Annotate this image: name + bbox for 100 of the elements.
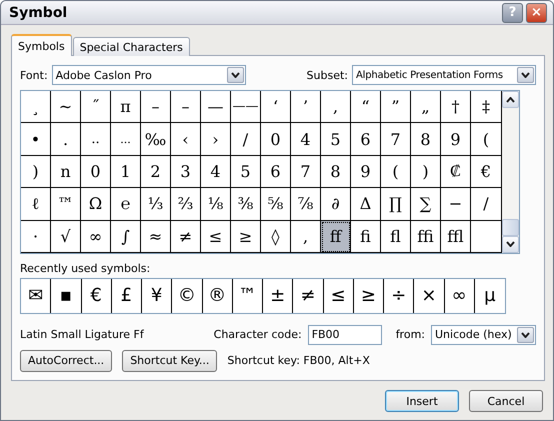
symbol-cell[interactable]: – [141,91,171,124]
symbol-cell[interactable]: 6 [351,123,381,156]
symbol-cell[interactable]: ℓ [21,188,51,221]
caret-icon [230,72,240,78]
symbol-cell[interactable]: Δ [351,188,381,221]
symbol-cell[interactable]: ﬀ [321,220,351,253]
symbol-cell[interactable]: 0 [261,123,291,156]
symbol-cell[interactable]: 1 [111,156,141,188]
symbol-cell[interactable]: 2 [141,156,171,188]
symbol-cell[interactable]: ) [411,156,441,188]
tab[interactable]: Symbols [11,34,72,56]
symbol-cell[interactable]: ﬁ [351,220,381,253]
symbol-cell[interactable]: , [291,220,321,253]
symbol-cell[interactable]: , [321,91,351,124]
symbol-cell[interactable]: ~ [51,91,81,124]
symbol-cell[interactable]: ˝ [81,91,111,124]
symbol-cell[interactable]: • [21,123,51,156]
symbol-cell[interactable]: √ [51,220,81,253]
symbol-cell[interactable]: ≤ [201,220,231,253]
symbol-cell[interactable]: ≠ [171,220,201,253]
symbol-cell[interactable]: † [441,91,471,124]
symbol-cell[interactable]: ( [381,156,411,188]
symbol-cell[interactable]: ∑ [411,188,441,221]
symbol-cell[interactable]: 7 [291,156,321,188]
shortcut-key-button[interactable]: Shortcut Key... [122,350,218,372]
font-dropdown[interactable]: Adobe Caslon Pro [52,65,246,85]
scroll-up-button[interactable] [502,91,519,108]
from-dropdown[interactable]: Unicode (hex) [431,324,536,345]
symbol-cell[interactable]: ‘ [261,91,291,124]
symbol-cell[interactable]: 4 [201,156,231,188]
symbol-cell[interactable]: ( [471,123,501,156]
symbol-cell[interactable]: n [51,156,81,188]
symbol-cell[interactable]: ⅔ [171,188,201,221]
symbol-cell[interactable]: ∞ [81,220,111,253]
symbol-cell[interactable]: 9 [441,123,471,156]
symbol-cell[interactable]: ₡ [441,156,471,188]
symbol-cell[interactable]: 7 [381,123,411,156]
symbol-cell[interactable]: ≈ [141,220,171,253]
symbol-cell[interactable]: € [471,156,501,188]
symbol-cell[interactable]: ◊ [261,220,291,253]
symbol-cell[interactable]: 8 [411,123,441,156]
symbol-cell[interactable]: ∕ [471,188,501,221]
insert-button[interactable]: Insert [385,390,459,412]
symbol-cell[interactable]: ⅓ [141,188,171,221]
symbol-cell[interactable]: ’ [291,91,321,124]
symbol-cell[interactable]: ℮ [111,188,141,221]
symbol-cell[interactable]: · [21,220,51,253]
symbol-cell[interactable]: ‡ [471,91,501,124]
tab[interactable]: Special Characters [72,37,190,56]
symbol-cell[interactable]: 9 [351,156,381,188]
symbol-cell[interactable]: „ [411,91,441,124]
symbol-cell[interactable]: π [111,91,141,124]
symbol-cell[interactable]: ≥ [231,220,261,253]
symbol-cell[interactable]: ⅛ [201,188,231,221]
symbol-cell[interactable]: ) [21,156,51,188]
cancel-button[interactable]: Cancel [469,390,543,412]
autocorrect-button[interactable]: AutoCorrect... [20,350,112,372]
symbol-cell[interactable]: ‰ [141,123,171,156]
symbol-cell[interactable]: ¸ [21,91,51,124]
subset-dropdown[interactable]: Alphabetic Presentation Forms [352,65,536,85]
symbol-cell[interactable]: 8 [321,156,351,188]
caret-icon [506,241,515,248]
symbol-cell[interactable]: / [231,123,261,156]
symbol-cell[interactable]: ™ [51,188,81,221]
code-field[interactable]: FB00 [308,324,382,345]
symbol-cell[interactable]: ﬂ [381,220,411,253]
symbol-cell[interactable]: ... [111,123,141,156]
symbol-cell[interactable]: —— [231,91,261,124]
symbol-cell[interactable]: 6 [261,156,291,188]
scroll-down-button[interactable] [502,236,519,253]
symbol-cell[interactable]: ” [381,91,411,124]
symbol-cell[interactable]: 5 [231,156,261,188]
character-name: Latin Small Ligature Ff [20,328,144,342]
symbol-cell[interactable]: . [51,123,81,156]
symbol-cell[interactable]: — [201,91,231,124]
symbol-cell[interactable]: ﬃ [411,220,441,253]
symbol-cell[interactable]: ⅞ [291,188,321,221]
symbol-cell[interactable]: – [171,91,201,124]
symbol-cell[interactable]: ∂ [321,188,351,221]
symbol-cell[interactable]: 3 [171,156,201,188]
recent-symbol[interactable]: µ [474,278,505,313]
symbol-cell[interactable]: ⅜ [231,188,261,221]
symbol-cell[interactable]: 0 [81,156,111,188]
symbol-cell[interactable]: ⅝ [261,188,291,221]
symbol-cell[interactable]: .. [81,123,111,156]
font-label: Font: [20,68,48,82]
symbol-cell[interactable]: ﬄ [441,220,471,253]
code-label: Character code: [214,328,302,342]
symbol-cell[interactable]: 5 [321,123,351,156]
scrollbar[interactable] [502,91,519,253]
symbol-cell[interactable]: ‹ [171,123,201,156]
symbol-cell[interactable]: 4 [291,123,321,156]
caret-icon [521,72,530,78]
symbol-cell[interactable]: Ω [81,188,111,221]
scroll-thumb[interactable] [502,218,519,236]
symbol-cell[interactable]: › [201,123,231,156]
symbol-cell[interactable]: ∫ [111,220,141,253]
symbol-cell[interactable]: “ [351,91,381,124]
symbol-cell[interactable]: ∏ [381,188,411,221]
symbol-cell[interactable]: − [441,188,471,221]
